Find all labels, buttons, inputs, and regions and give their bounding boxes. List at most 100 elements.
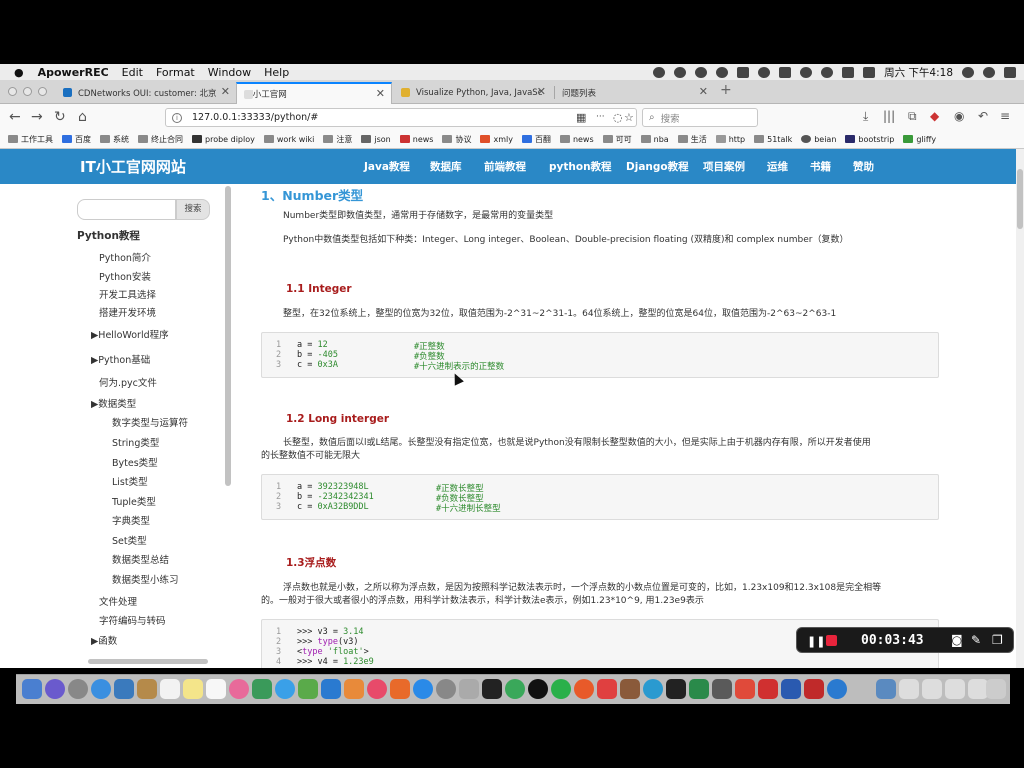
numbers-icon[interactable] xyxy=(298,679,318,699)
window-zoom-button[interactable] xyxy=(38,87,47,96)
firefox-icon[interactable] xyxy=(574,679,594,699)
wifi-icon[interactable] xyxy=(821,66,834,78)
word-icon[interactable] xyxy=(781,679,801,699)
site-title[interactable]: IT小工官网网站 xyxy=(80,156,186,177)
trash-icon[interactable] xyxy=(986,679,1006,699)
sidebar-item[interactable]: Python简介 xyxy=(99,250,151,264)
wechat-icon[interactable] xyxy=(716,66,729,78)
spotlight-icon[interactable] xyxy=(962,66,974,78)
v2-icon[interactable] xyxy=(779,66,792,78)
library-icon[interactable]: ||| xyxy=(883,109,895,123)
app-icon[interactable] xyxy=(712,679,732,699)
nav-books[interactable]: 书籍 xyxy=(810,159,831,174)
battery-icon[interactable] xyxy=(842,66,855,78)
system-preferences-icon[interactable] xyxy=(436,679,456,699)
bookmark-item[interactable]: 可可 xyxy=(602,134,632,145)
forward-arrow-icon[interactable]: → xyxy=(31,109,43,125)
sidebar-item[interactable]: 数字类型与运算符 xyxy=(112,415,188,429)
url-bar[interactable]: i 127.0.0.1:33333/python/# ▦ ··· ◌ ☆ xyxy=(165,108,637,127)
window-close-button[interactable] xyxy=(8,87,17,96)
pages-icon[interactable] xyxy=(344,679,364,699)
search-input[interactable]: ⌕ 搜索 xyxy=(642,108,758,127)
sidebar-search-button[interactable]: 搜索 xyxy=(176,199,210,220)
app-icon[interactable] xyxy=(620,679,640,699)
sidebar-item[interactable]: ▶HelloWorld程序 xyxy=(91,327,169,341)
excel-icon[interactable] xyxy=(689,679,709,699)
page-scrollbar[interactable] xyxy=(1016,149,1024,668)
bookmark-item[interactable]: 百度 xyxy=(62,134,91,145)
finder-icon[interactable] xyxy=(22,679,42,699)
tab-cdnetworks[interactable]: CDNetworks OUI: customer: 北京 ✕ xyxy=(56,82,236,104)
user-avatar-icon[interactable] xyxy=(983,66,995,78)
bookmark-item[interactable]: news xyxy=(399,135,433,144)
apple-icon[interactable]: ● xyxy=(14,66,24,79)
site-info-icon[interactable]: i xyxy=(172,112,182,123)
undo-icon[interactable]: ↶ xyxy=(978,109,988,123)
sidebar-item[interactable]: List类型 xyxy=(112,474,148,488)
qr-code-icon[interactable]: ▦ xyxy=(576,111,586,124)
folder-icon[interactable] xyxy=(876,679,896,699)
bookmark-star-icon[interactable]: ☆ xyxy=(624,111,634,124)
bookmark-item[interactable]: 终止合同 xyxy=(138,134,183,145)
app-icon[interactable] xyxy=(758,679,778,699)
document-icon[interactable] xyxy=(945,679,965,699)
page-actions-icon[interactable]: ··· xyxy=(596,112,605,122)
pycharm-icon[interactable] xyxy=(666,679,686,699)
safari-icon[interactable] xyxy=(91,679,111,699)
bookmark-item[interactable]: 工作工具 xyxy=(8,134,53,145)
window-minimize-button[interactable] xyxy=(23,87,32,96)
sidebar-item[interactable]: 开发工具选择 xyxy=(99,287,156,301)
menu-format[interactable]: Format xyxy=(156,66,195,79)
sidebar-item[interactable]: 数据类型总结 xyxy=(112,552,169,566)
stop-record-icon[interactable] xyxy=(826,635,837,646)
menu-window[interactable]: Window xyxy=(208,66,251,79)
bookmark-item[interactable]: beian xyxy=(801,135,836,144)
tab-close-icon[interactable]: ✕ xyxy=(699,85,708,98)
sidebar-horizontal-scrollbar[interactable] xyxy=(88,659,208,664)
notes-icon[interactable] xyxy=(183,679,203,699)
siri-icon[interactable] xyxy=(45,679,65,699)
menu-edit[interactable]: Edit xyxy=(122,66,143,79)
sidebar-item[interactable]: ▶Python基础 xyxy=(91,352,150,366)
nav-ops[interactable]: 运维 xyxy=(767,159,788,174)
reload-icon[interactable]: ↻ xyxy=(54,109,66,125)
bookmark-item[interactable]: probe diploy xyxy=(192,135,255,144)
bookmark-item[interactable]: json xyxy=(361,135,391,144)
nav-projects[interactable]: 项目案例 xyxy=(703,159,745,174)
music-icon[interactable] xyxy=(367,679,387,699)
new-tab-plus-icon[interactable]: + xyxy=(720,82,732,98)
qq-dock-icon[interactable] xyxy=(528,679,548,699)
sidebar-item[interactable]: 何为.pyc文件 xyxy=(99,375,157,389)
menu-app-name[interactable]: ApowerREC xyxy=(38,66,109,79)
sidebar-item[interactable]: Bytes类型 xyxy=(112,455,158,469)
skype-icon[interactable] xyxy=(643,679,663,699)
pause-icon[interactable]: ❚❚ xyxy=(807,635,825,648)
notification-center-icon[interactable] xyxy=(1004,66,1016,78)
window-icon[interactable]: ❐ xyxy=(992,633,1003,647)
sidebar-scrollbar[interactable] xyxy=(225,186,231,486)
sidebar-item[interactable]: String类型 xyxy=(112,435,159,449)
qq-icon[interactable] xyxy=(674,66,687,78)
extension-icon[interactable]: ◉ xyxy=(954,109,964,123)
url-text[interactable]: 127.0.0.1:33333/python/# xyxy=(192,112,318,123)
sidebar-item[interactable]: Set类型 xyxy=(112,533,147,547)
sidebar-item[interactable]: Tuple类型 xyxy=(112,494,156,508)
utility-icon[interactable] xyxy=(459,679,479,699)
sidebar-item[interactable]: Python安装 xyxy=(99,269,151,283)
books-icon[interactable] xyxy=(390,679,410,699)
bookmark-item[interactable]: 注意 xyxy=(323,134,352,145)
bluetooth-icon[interactable] xyxy=(800,66,813,78)
battery-app-icon[interactable] xyxy=(737,66,750,78)
app-icon[interactable] xyxy=(804,679,824,699)
sidebar-item[interactable]: ▶数据类型 xyxy=(91,396,136,410)
chrome-icon[interactable] xyxy=(505,679,525,699)
document-icon[interactable] xyxy=(922,679,942,699)
bookmark-item[interactable]: xmly xyxy=(480,135,513,144)
menu-help[interactable]: Help xyxy=(264,66,289,79)
sidebar-item[interactable]: 搭建开发环境 xyxy=(99,305,156,319)
bookmark-item[interactable]: 51talk xyxy=(754,135,792,144)
bookmark-item[interactable]: news xyxy=(559,135,594,144)
tab-issue-list[interactable]: 问题列表 ✕ xyxy=(556,82,714,104)
tab-itxiaogong[interactable]: IT小工官网 ✕ xyxy=(236,82,392,104)
home-icon[interactable]: ⌂ xyxy=(78,109,87,125)
